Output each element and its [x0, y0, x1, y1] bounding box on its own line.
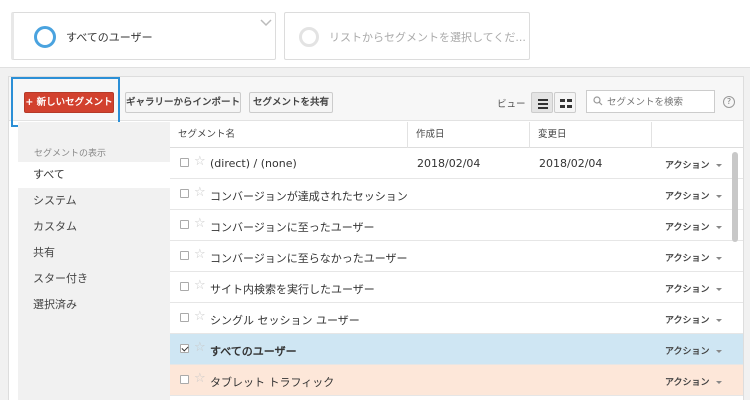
table-row[interactable]: ☆ すべてのユーザー アクション: [170, 334, 743, 365]
caret-down-icon: [715, 381, 722, 384]
chevron-down-icon[interactable]: [260, 19, 272, 27]
row-checkbox[interactable]: [180, 282, 189, 291]
actions-dropdown[interactable]: アクション: [665, 189, 722, 202]
sidebar-item-all[interactable]: すべて: [18, 162, 170, 188]
actions-dropdown[interactable]: アクション: [665, 158, 722, 171]
actions-dropdown[interactable]: アクション: [665, 251, 722, 264]
table-row[interactable]: ☆ コンバージョンが達成されたセッション アクション: [170, 179, 743, 210]
actions-label: アクション: [665, 223, 710, 233]
empty-ring-icon: [299, 27, 319, 47]
star-icon[interactable]: ☆: [194, 154, 206, 169]
grid-view-button[interactable]: [554, 92, 576, 113]
search-icon: [593, 96, 603, 106]
row-checkbox[interactable]: [180, 313, 189, 322]
help-icon[interactable]: ?: [723, 96, 735, 108]
caret-down-icon: [715, 257, 722, 260]
actions-label: アクション: [665, 161, 710, 171]
segment-name[interactable]: サイト内検索を実行したユーザー: [210, 281, 375, 297]
row-checkbox[interactable]: [180, 251, 189, 260]
row-checkbox[interactable]: [180, 375, 189, 384]
sidebar-item-system[interactable]: システム: [18, 188, 170, 214]
segment-name[interactable]: シングル セッション ユーザー: [210, 312, 360, 328]
actions-label: アクション: [665, 285, 710, 295]
segment-panel: + 新しいセグメント ギャラリーからインポート セグメントを共有 ビュー ? セ…: [8, 76, 744, 400]
star-icon[interactable]: ☆: [194, 185, 206, 200]
segment-card-selected[interactable]: すべてのユーザー: [11, 12, 276, 60]
segment-name[interactable]: コンバージョンに至ったユーザー: [210, 219, 375, 235]
list-icon: [538, 99, 548, 109]
segment-card-placeholder[interactable]: リストからセグメントを選択してくだ...: [284, 12, 530, 60]
row-checkbox[interactable]: [180, 158, 189, 167]
caret-down-icon: [715, 288, 722, 291]
new-segment-button[interactable]: + 新しいセグメント: [24, 92, 114, 113]
created-date: 2018/02/04: [417, 157, 481, 170]
star-icon[interactable]: ☆: [194, 340, 206, 355]
table-header: セグメント名 作成日 変更日: [170, 122, 743, 148]
actions-label: アクション: [665, 254, 710, 264]
actions-label: アクション: [665, 192, 710, 202]
segment-name[interactable]: すべてのユーザー: [210, 343, 297, 359]
share-segment-button[interactable]: セグメントを共有: [249, 92, 333, 113]
row-checkbox[interactable]: [180, 220, 189, 229]
search-input[interactable]: [607, 94, 711, 110]
sidebar-item-custom[interactable]: カスタム: [18, 214, 170, 240]
column-header-name[interactable]: セグメント名: [170, 122, 408, 148]
caret-down-icon: [715, 319, 722, 322]
table-row[interactable]: ☆ (direct) / (none) 2018/02/04 2018/02/0…: [170, 148, 743, 179]
table-row[interactable]: ☆ サイト内検索を実行したユーザー アクション: [170, 272, 743, 303]
table-row[interactable]: ☆ コンバージョンに至ったユーザー アクション: [170, 210, 743, 241]
search-box[interactable]: [586, 90, 715, 113]
column-header-created[interactable]: 作成日: [408, 122, 530, 148]
list-view-button[interactable]: [531, 92, 553, 113]
caret-down-icon: [715, 164, 722, 167]
segment-placeholder-label: リストからセグメントを選択してくだ...: [329, 31, 526, 44]
actions-dropdown[interactable]: アクション: [665, 375, 722, 388]
star-icon[interactable]: ☆: [194, 309, 206, 324]
row-checkbox[interactable]: [180, 344, 189, 353]
sidebar-item-starred[interactable]: スター付き: [18, 266, 170, 292]
caret-down-icon: [715, 350, 722, 353]
segment-name[interactable]: コンバージョンが達成されたセッション: [210, 188, 408, 204]
segment-card-label: すべてのユーザー: [66, 31, 153, 44]
table-row[interactable]: ☆ タブレット トラフィック アクション: [170, 365, 743, 396]
actions-dropdown[interactable]: アクション: [665, 220, 722, 233]
actions-dropdown[interactable]: アクション: [665, 313, 722, 326]
caret-down-icon: [715, 195, 722, 198]
star-icon[interactable]: ☆: [194, 278, 206, 293]
actions-dropdown[interactable]: アクション: [665, 344, 722, 357]
modified-date: 2018/02/04: [539, 157, 603, 170]
import-from-gallery-button[interactable]: ギャラリーからインポート: [125, 92, 241, 113]
segment-table: セグメント名 作成日 変更日 ☆ (direct) / (none) 2018/…: [170, 122, 743, 400]
sidebar-item-selected[interactable]: 選択済み: [18, 292, 170, 318]
actions-label: アクション: [665, 316, 710, 326]
actions-label: アクション: [665, 378, 710, 388]
star-icon[interactable]: ☆: [194, 216, 206, 231]
table-row[interactable]: ☆ シングル セッション ユーザー アクション: [170, 303, 743, 334]
segment-name[interactable]: コンバージョンに至らなかったユーザー: [210, 250, 408, 266]
sidebar-item-shared[interactable]: 共有: [18, 240, 170, 266]
caret-down-icon: [715, 226, 722, 229]
sidebar-heading: セグメントの表示: [34, 149, 107, 159]
column-header-modified[interactable]: 変更日: [530, 122, 652, 148]
view-label: ビュー: [497, 99, 526, 110]
toolbar: + 新しいセグメント ギャラリーからインポート セグメントを共有 ビュー ?: [9, 77, 743, 127]
segment-name[interactable]: タブレット トラフィック: [210, 374, 334, 390]
actions-dropdown[interactable]: アクション: [665, 282, 722, 295]
row-checkbox[interactable]: [180, 189, 189, 198]
table-row[interactable]: ☆ コンバージョンに至らなかったユーザー アクション: [170, 241, 743, 272]
actions-label: アクション: [665, 347, 710, 357]
grid-icon: [560, 99, 572, 108]
star-icon[interactable]: ☆: [194, 247, 206, 262]
star-icon[interactable]: ☆: [194, 371, 206, 386]
segment-filter-sidebar: セグメントの表示 すべて システム カスタム 共有 スター付き 選択済み: [18, 122, 170, 400]
table-scrollbar[interactable]: [732, 152, 738, 242]
segment-bar: すべてのユーザー リストからセグメントを選択してくだ...: [0, 0, 750, 68]
segment-name[interactable]: (direct) / (none): [210, 157, 297, 170]
segment-ring-icon: [34, 26, 56, 48]
